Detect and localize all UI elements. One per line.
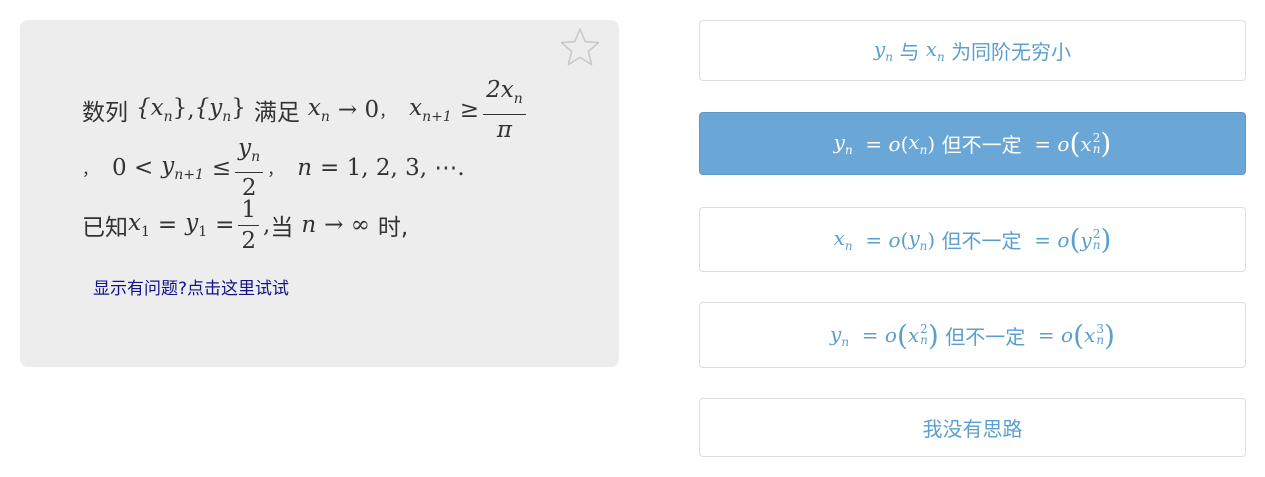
- n-values: = 1, 2, 3, ⋯.: [320, 155, 465, 181]
- text-lead: 数列: [82, 100, 128, 126]
- geq-sign: ≥: [459, 97, 480, 123]
- option-d-label: 但不一定: [945, 324, 1026, 349]
- question-line-1: 数列 {xn} , {yn} 满足 xn → 0 ， xn+1 ≥ 2xn π: [82, 77, 530, 143]
- option-d[interactable]: yn = o(x 2 n) 但不一定 = o(x 3 n): [699, 302, 1246, 368]
- comma: ,: [263, 212, 271, 238]
- text-cond: 满足: [253, 100, 300, 126]
- report-problem-link[interactable]: 显示有问题?点击这里试试: [93, 274, 289, 299]
- seq-x: {xn}: [136, 95, 188, 125]
- leq-sign: ≤: [211, 155, 232, 181]
- var-n: n: [301, 212, 317, 238]
- page: 数列 {xn} , {yn} 满足 xn → 0 ， xn+1 ≥ 2xn π: [0, 0, 1265, 477]
- separator: ，: [82, 160, 99, 179]
- arrow-zero: → 0: [337, 97, 380, 123]
- var-y1: y1: [185, 210, 208, 240]
- zero-lt: 0 <: [112, 155, 154, 181]
- seq-y: {yn}: [194, 95, 246, 125]
- var-xn1: xn+1: [409, 95, 452, 125]
- option-e-label: 我没有思路: [922, 417, 1023, 441]
- fraction-1-2: 1 2: [238, 197, 260, 254]
- fraction-yn-2: yn 2: [235, 135, 264, 201]
- arrow-infinity: → ∞: [324, 212, 370, 238]
- separator: ，: [379, 102, 396, 121]
- option-c-label: 但不一定: [941, 229, 1022, 253]
- option-a-label: 为同阶无穷小: [951, 40, 1072, 64]
- text-when: 当: [270, 215, 294, 241]
- text-lead: 已知: [82, 215, 128, 241]
- fraction-2xn-pi: 2xn π: [483, 77, 526, 143]
- question-line-2: ， 0 < yn+1 ≤ yn 2 ， n = 1, 2, 3, ⋯.: [82, 135, 465, 201]
- question-card: 数列 {xn} , {yn} 满足 xn → 0 ， xn+1 ≥ 2xn π: [20, 20, 619, 367]
- equals: =: [215, 212, 235, 238]
- text-tail: 时,: [377, 215, 409, 241]
- separator: ，: [267, 160, 284, 179]
- option-c[interactable]: xn = o(yn) 但不一定 = o(y 2 n): [699, 207, 1246, 272]
- option-no-idea[interactable]: 我没有思路: [699, 398, 1246, 457]
- equals: =: [157, 212, 178, 238]
- option-b-label: 但不一定: [941, 133, 1022, 157]
- var-n: n: [297, 155, 313, 181]
- var-x1: x1: [128, 210, 150, 240]
- option-b[interactable]: yn = o(xn) 但不一定 = o(x 2 n): [699, 112, 1246, 175]
- question-line-3: 已知 x1 = y1 = 1 2 , 当 n → ∞ 时,: [82, 194, 408, 256]
- var-xn: xn: [307, 95, 330, 125]
- star-outline-icon[interactable]: [559, 26, 601, 68]
- comma: ,: [187, 97, 195, 123]
- option-a[interactable]: yn 与 xn 为同阶无穷小: [699, 20, 1246, 81]
- var-yn1: yn+1: [161, 153, 204, 183]
